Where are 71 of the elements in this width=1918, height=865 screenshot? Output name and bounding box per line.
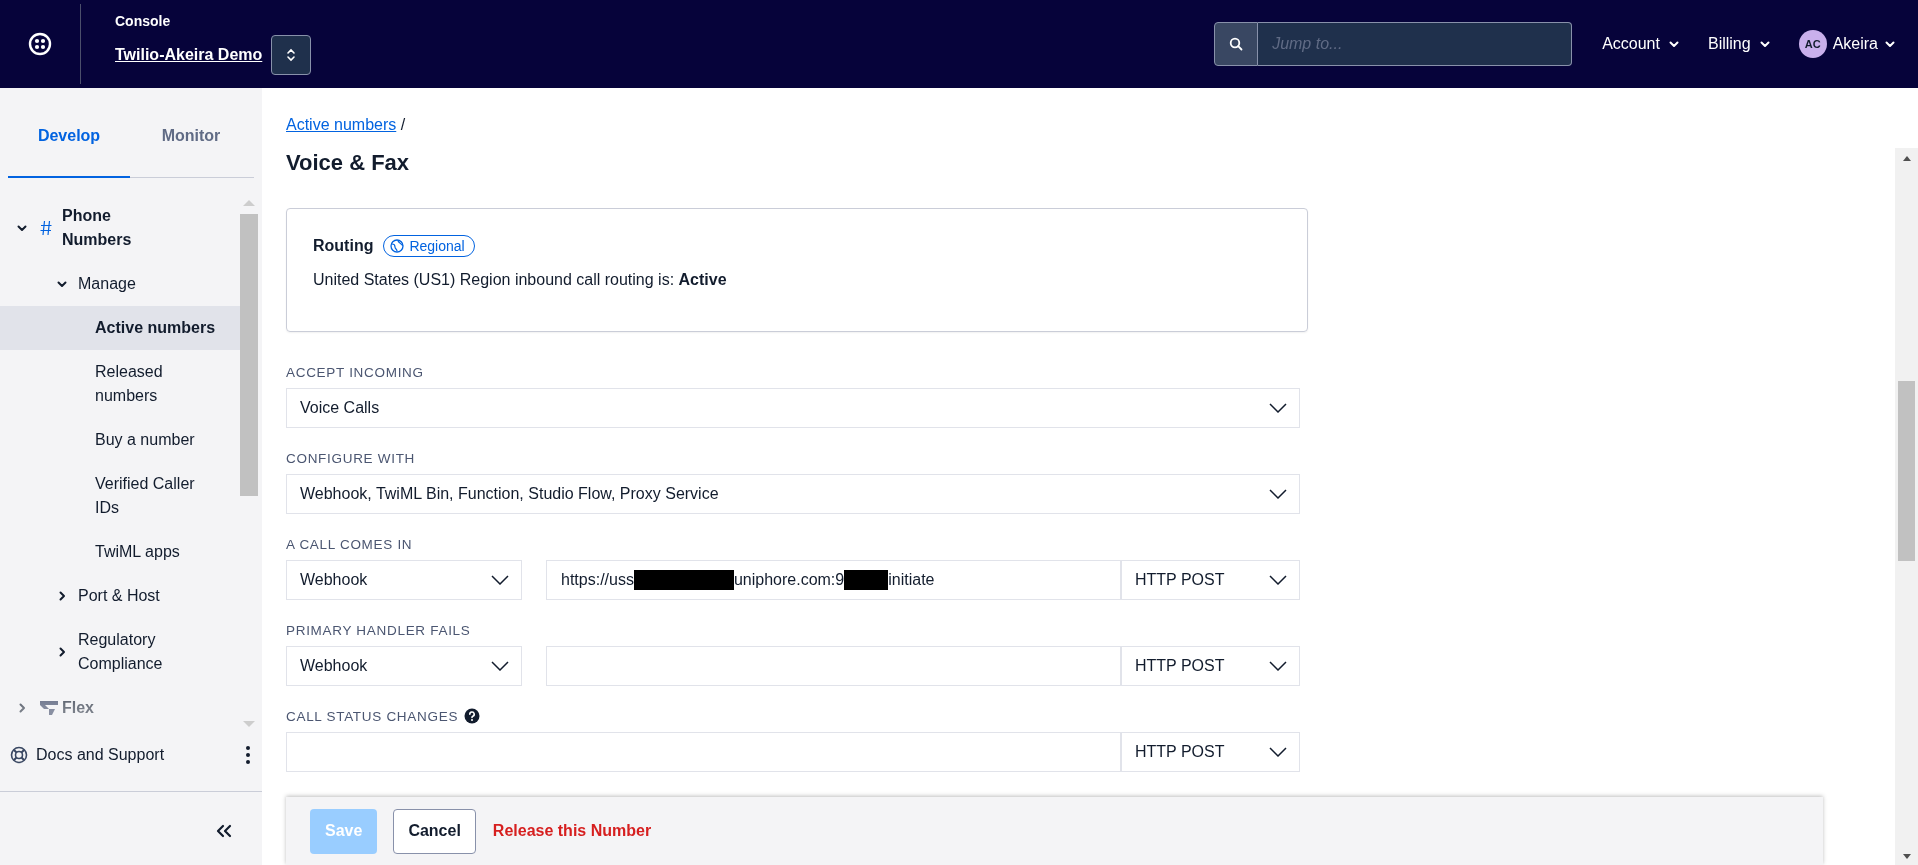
nav-item[interactable]: Released numbers	[0, 350, 240, 418]
field-label: ACCEPT INCOMING	[286, 364, 424, 380]
field-label: CONFIGURE WITH	[286, 450, 416, 466]
nav-item[interactable]: Manage	[0, 262, 240, 306]
chevron-down-icon	[1884, 38, 1896, 50]
chevron-right-icon	[56, 646, 68, 658]
menu-button[interactable]: Account	[1602, 35, 1680, 53]
project-link[interactable]: Twilio-Akeira Demo	[115, 46, 263, 64]
more-icon[interactable]	[246, 746, 250, 764]
console-label: Console	[115, 13, 172, 29]
url-field[interactable]	[546, 646, 1121, 686]
nav-item[interactable]: Flex	[0, 686, 240, 730]
nav-item[interactable]: Regulatory Compliance	[0, 618, 240, 686]
nav-item[interactable]: Buy a number	[0, 418, 240, 462]
help-icon[interactable]	[464, 708, 481, 724]
chevron-right-icon	[16, 702, 28, 714]
chevron-down-icon	[1667, 38, 1680, 50]
chevron-down-icon	[16, 222, 28, 234]
avatar: AC	[1798, 30, 1827, 58]
field-label: A CALL COMES IN	[286, 536, 413, 552]
project-switcher-button[interactable]	[271, 35, 312, 75]
url-field[interactable]: https://uss uniphore.com:9 initiate	[546, 560, 1121, 600]
search-field[interactable]: Jump to...	[1258, 22, 1573, 66]
dropdown-chevron-icon	[1269, 661, 1287, 671]
logo-icon[interactable]	[28, 32, 52, 56]
dropdown-select[interactable]: Webhook	[286, 646, 522, 686]
field-label: PRIMARY HANDLER FAILS	[286, 622, 471, 638]
dropdown-chevron-icon	[1269, 403, 1287, 413]
method-select[interactable]: HTTP POST	[1121, 560, 1300, 600]
dropdown-chevron-icon	[1269, 747, 1287, 757]
search-icon	[1229, 37, 1244, 51]
redaction-bar	[844, 570, 889, 590]
method-select[interactable]: HTTP POST	[1121, 732, 1300, 772]
globe-icon	[390, 239, 405, 253]
user-menu-button[interactable]: AC Akeira	[1798, 30, 1896, 58]
chevron-right-icon	[56, 590, 68, 602]
url-field[interactable]	[286, 732, 1121, 772]
dropdown-chevron-icon	[491, 575, 509, 585]
dropdown-select[interactable]: Voice Calls	[286, 388, 1300, 428]
page-title: Voice & Fax	[286, 150, 411, 176]
cancel-button[interactable]: Cancel	[393, 808, 476, 854]
routing-status-text: United States (US1) Region inbound call routing is: Active	[313, 271, 728, 289]
hash-icon	[40, 220, 52, 236]
dropdown-chevron-icon	[1269, 575, 1287, 585]
page-scrollbar[interactable]	[1895, 148, 1918, 865]
nav-item[interactable]: Verified Caller IDs	[0, 462, 240, 530]
dropdown-chevron-icon	[491, 661, 509, 671]
dropdown-select[interactable]: Webhook, TwiML Bin, Function, Studio Flow, Proxy Service	[286, 474, 1300, 514]
menu-button[interactable]: Billing	[1707, 35, 1771, 53]
collapse-icon[interactable]	[216, 824, 232, 838]
search-button[interactable]	[1214, 22, 1259, 66]
chevron-down-icon	[56, 278, 68, 290]
nav-item[interactable]: Phone Numbers	[0, 194, 240, 262]
sidebar-tab[interactable]: Develop	[8, 96, 130, 178]
routing-title: Routing	[313, 237, 374, 255]
up-down-icon	[286, 48, 297, 62]
sidebar-tab[interactable]: Monitor	[130, 96, 252, 178]
docs-support-link[interactable]: Docs and Support	[36, 746, 238, 764]
dropdown-select[interactable]: Webhook	[286, 560, 522, 600]
nav-item[interactable]: Port & Host	[0, 574, 240, 618]
nav-item[interactable]: Active numbers	[0, 306, 240, 350]
breadcrumb-link[interactable]: Active numbers	[286, 116, 397, 133]
chevron-down-icon	[1758, 38, 1771, 50]
release-number-button[interactable]: Release this Number	[491, 808, 653, 854]
nav-item[interactable]: TwiML apps	[0, 530, 240, 574]
lifebuoy-icon	[10, 746, 28, 764]
method-select[interactable]: HTTP POST	[1121, 646, 1300, 686]
breadcrumb-separator: /	[400, 116, 406, 133]
dropdown-chevron-icon	[1269, 489, 1287, 499]
flex-icon	[40, 701, 58, 715]
field-label: CALL STATUS CHANGES	[286, 708, 459, 724]
